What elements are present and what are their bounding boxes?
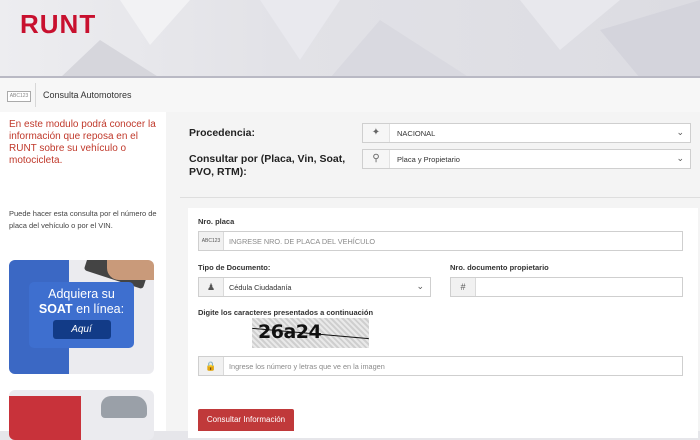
soat-bold: SOAT	[38, 302, 73, 316]
consultar-por-label: Consultar por (Placa, Vin, Soat, PVO, RT…	[189, 153, 346, 178]
query-options-panel: Procedencia: ✦ NACIONAL ⌄ Consultar por …	[180, 112, 700, 198]
user-icon: ♟	[199, 278, 224, 296]
license-plate-icon: ABC123	[7, 91, 31, 102]
soat-line2-rest: en línea:	[72, 302, 125, 316]
license-plate-icon: ABC123	[199, 232, 224, 250]
nro-documento-input[interactable]: #	[450, 277, 683, 297]
main-panel: Procedencia: ✦ NACIONAL ⌄ Consultar por …	[180, 112, 700, 438]
tipo-documento-label: Tipo de Documento:	[198, 263, 271, 272]
map-icon: ✦	[363, 124, 390, 142]
header-banner: RUNT	[0, 0, 700, 78]
module-navbar: ABC123 Consulta Automotores	[0, 78, 700, 113]
procedencia-value: NACIONAL	[397, 129, 436, 138]
lock-icon: 🔒	[199, 357, 224, 375]
hash-icon: #	[451, 278, 476, 296]
chevron-down-icon: ⌄	[676, 153, 684, 163]
banner-background	[9, 396, 81, 440]
sidebar: En este modulo podrá conocer la informac…	[0, 112, 166, 440]
nav-separator	[35, 83, 36, 107]
module-title[interactable]: Consulta Automotores	[43, 90, 132, 100]
procedencia-select[interactable]: ✦ NACIONAL ⌄	[362, 123, 691, 143]
header-decoration	[60, 0, 700, 78]
nro-documento-label: Nro. documento propietario	[450, 263, 549, 272]
tipo-documento-value: Cédula Ciudadanía	[229, 283, 292, 292]
soat-line2: SOAT en línea:	[29, 302, 134, 316]
runt-logo[interactable]: RUNT	[20, 9, 96, 40]
search-user-icon: ⚲	[363, 150, 390, 168]
soat-card: Adquiera su SOAT en línea: Aquí	[29, 282, 134, 348]
sidebar-intro-text: En este modulo podrá conocer la informac…	[9, 119, 156, 166]
captcha-placeholder: Ingrese los número y letras que ve en la…	[229, 362, 385, 371]
consultar-por-value: Placa y Propietario	[397, 155, 460, 164]
captcha-label: Digite los caracteres presentados a cont…	[198, 308, 374, 317]
placa-input[interactable]: ABC123 INGRESE NRO. DE PLACA DEL VEHÍCUL…	[198, 231, 683, 251]
placa-label: Nro. placa	[198, 217, 235, 226]
tipo-documento-select[interactable]: ♟ Cédula Ciudadanía ⌄	[198, 277, 431, 297]
hand-image	[107, 260, 154, 280]
consultar-button[interactable]: Consultar Información	[198, 409, 294, 431]
soat-banner[interactable]: Adquiera su SOAT en línea: Aquí	[9, 260, 154, 374]
consultar-por-select[interactable]: ⚲ Placa y Propietario ⌄	[362, 149, 691, 169]
captcha-image: 26a24	[252, 318, 369, 348]
content-area: En este modulo podrá conocer la informac…	[0, 112, 700, 440]
vehicle-banner[interactable]	[9, 390, 154, 440]
procedencia-label: Procedencia:	[189, 127, 255, 139]
chevron-down-icon: ⌄	[416, 281, 424, 291]
soat-aqui-button[interactable]: Aquí	[52, 320, 111, 339]
soat-line1: Adquiera su	[48, 287, 115, 301]
search-form: Nro. placa ABC123 INGRESE NRO. DE PLACA …	[188, 208, 698, 438]
captcha-input[interactable]: 🔒 Ingrese los número y letras que ve en …	[198, 356, 683, 376]
sidebar-note-text: Puede hacer esta consulta por el número …	[9, 209, 157, 230]
placa-placeholder: INGRESE NRO. DE PLACA DEL VEHÍCULO	[229, 237, 376, 246]
car-image	[101, 396, 147, 418]
chevron-down-icon: ⌄	[676, 127, 684, 137]
